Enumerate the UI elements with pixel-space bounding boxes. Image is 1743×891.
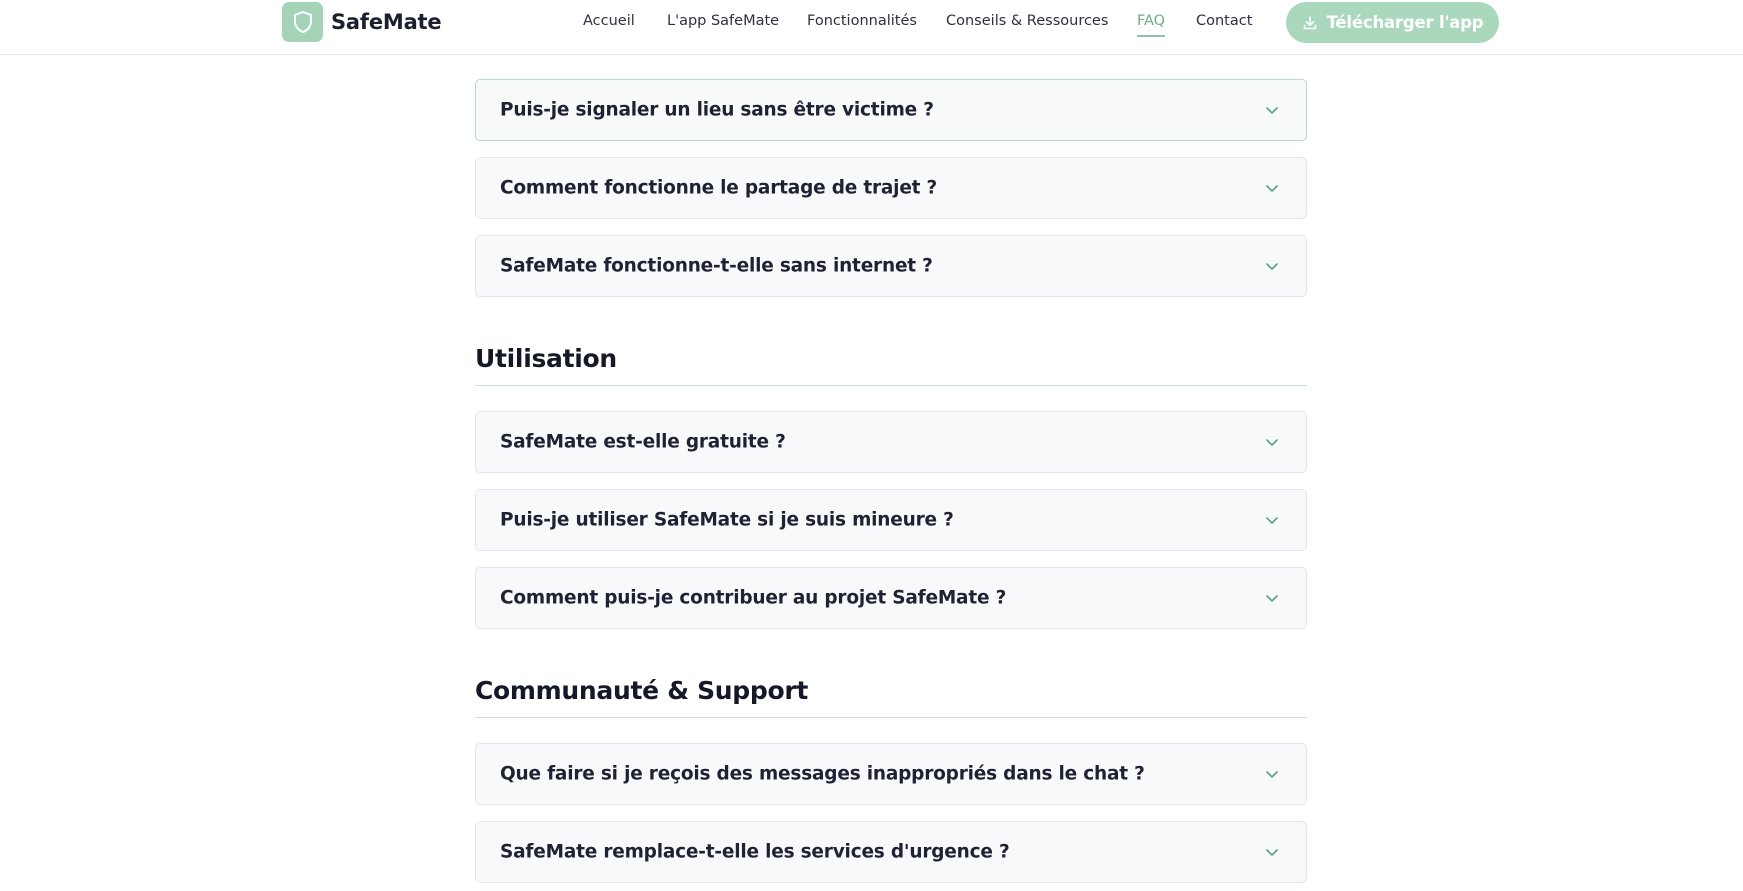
chevron-down-icon: [1265, 515, 1279, 525]
faq-item[interactable]: SafeMate est-elle gratuite ?: [475, 411, 1307, 473]
chevron-down-icon: [1265, 261, 1279, 271]
download-app-button[interactable]: Télécharger l'app: [1286, 2, 1499, 43]
nav-item-accueil[interactable]: Accueil: [583, 13, 635, 29]
section-divider: [475, 385, 1307, 386]
chevron-down-icon: [1265, 593, 1279, 603]
nav-item-faq-label: FAQ: [1137, 13, 1166, 29]
faq-item[interactable]: Puis-je utiliser SafeMate si je suis min…: [475, 489, 1307, 551]
shield-icon: [282, 2, 323, 42]
faq-question: Comment fonctionne le partage de trajet …: [500, 177, 938, 199]
nav-item-contact[interactable]: Contact: [1196, 13, 1252, 29]
faq-item[interactable]: Que faire si je reçois des messages inap…: [475, 743, 1307, 805]
brand-name: SafeMate: [331, 10, 442, 34]
faq-question: SafeMate fonctionne-t-elle sans internet…: [500, 255, 933, 277]
chevron-down-icon: [1265, 437, 1279, 447]
faq-item[interactable]: SafeMate remplace-t-elle les services d'…: [475, 821, 1307, 883]
active-indicator: [1137, 35, 1166, 37]
faq-item[interactable]: Comment fonctionne le partage de trajet …: [475, 157, 1307, 219]
nav-item-fonctionnalites[interactable]: Fonctionnalités: [807, 13, 917, 29]
nav-item-conseils[interactable]: Conseils & Ressources: [946, 13, 1108, 29]
section-title-communaute-support: Communauté & Support: [475, 676, 809, 705]
faq-question: SafeMate est-elle gratuite ?: [500, 431, 786, 453]
chevron-down-icon: [1265, 183, 1279, 193]
faq-question: Puis-je utiliser SafeMate si je suis min…: [500, 509, 954, 531]
faq-item[interactable]: Puis-je signaler un lieu sans être victi…: [475, 79, 1307, 141]
faq-question: Que faire si je reçois des messages inap…: [500, 763, 1145, 785]
faq-question: Puis-je signaler un lieu sans être victi…: [500, 99, 934, 121]
section-divider: [475, 717, 1307, 718]
chevron-down-icon: [1265, 769, 1279, 779]
chevron-down-icon: [1265, 847, 1279, 857]
site-header: SafeMate Accueil L'app SafeMate Fonction…: [0, 0, 1743, 55]
nav-item-app[interactable]: L'app SafeMate: [667, 13, 779, 29]
faq-question: SafeMate remplace-t-elle les services d'…: [500, 841, 1010, 863]
faq-item[interactable]: Comment puis-je contribuer au projet Saf…: [475, 567, 1307, 629]
section-title-utilisation: Utilisation: [475, 344, 617, 373]
chevron-down-icon: [1265, 105, 1279, 115]
brand-logo[interactable]: SafeMate: [282, 2, 442, 42]
download-icon: [1302, 15, 1318, 31]
download-app-label: Télécharger l'app: [1326, 13, 1484, 32]
faq-question: Comment puis-je contribuer au projet Saf…: [500, 587, 1007, 609]
faq-item[interactable]: SafeMate fonctionne-t-elle sans internet…: [475, 235, 1307, 297]
nav-item-faq[interactable]: FAQ: [1137, 13, 1166, 37]
